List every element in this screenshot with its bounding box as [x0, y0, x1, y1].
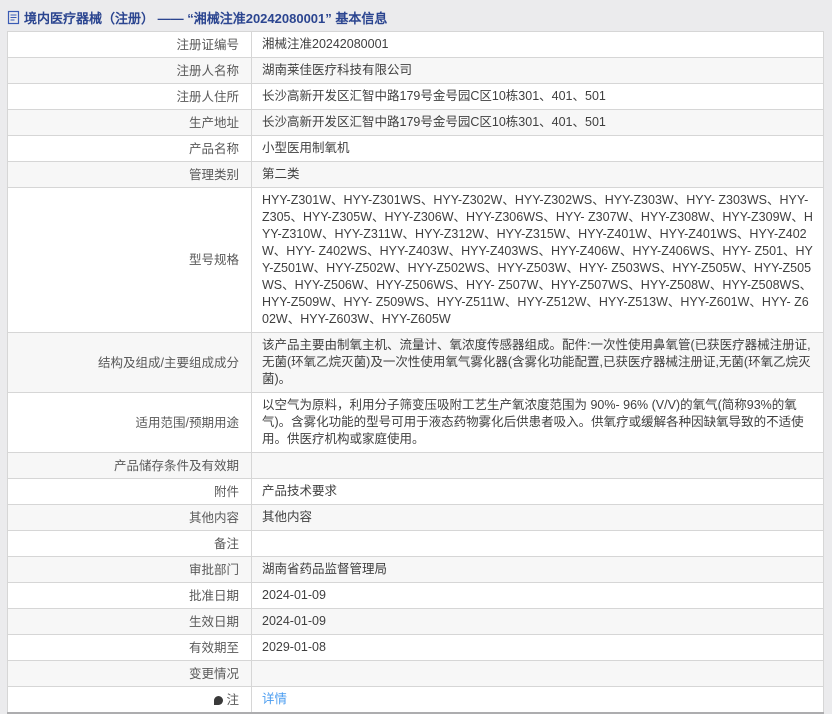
row-value: 小型医用制氧机 — [251, 135, 824, 162]
table-row: 注册人名称 湖南莱佳医疗科技有限公司 — [7, 57, 824, 84]
row-label: 有效期至 — [7, 634, 252, 661]
row-value: 第二类 — [251, 161, 824, 188]
table-row: 有效期至 2029-01-08 — [7, 634, 824, 661]
row-label: 生产地址 — [7, 109, 252, 136]
row-value: 其他内容 — [251, 504, 824, 531]
table-row: 生产地址 长沙高新开发区汇智中路179号金号园C区10栋301、401、501 — [7, 109, 824, 136]
row-label: 适用范围/预期用途 — [7, 392, 252, 453]
row-value — [251, 660, 824, 687]
row-value: 湘械注准20242080001 — [251, 31, 824, 58]
table-row: 审批部门 湖南省药品监督管理局 — [7, 556, 824, 583]
page: 境内医疗器械（注册） —— “湘械注准20242080001” 基本信息 注册证… — [0, 0, 832, 714]
row-label: 管理类别 — [7, 161, 252, 188]
row-value: 产品技术要求 — [251, 478, 824, 505]
row-value — [251, 452, 824, 479]
row-value: 2029-01-08 — [251, 634, 824, 661]
table-row: 管理类别 第二类 — [7, 161, 824, 188]
row-value: 长沙高新开发区汇智中路179号金号园C区10栋301、401、501 — [251, 83, 824, 110]
table-row: 其他内容 其他内容 — [7, 504, 824, 531]
table-row: 产品储存条件及有效期 — [7, 452, 824, 479]
table-row: 变更情况 — [7, 660, 824, 687]
row-label: 产品名称 — [7, 135, 252, 162]
row-value: 2024-01-09 — [251, 582, 824, 609]
document-icon — [7, 10, 20, 25]
table-row: 型号规格 HYY-Z301W、HYY-Z301WS、HYY-Z302W、HYY-Z… — [7, 187, 824, 333]
row-label: 审批部门 — [7, 556, 252, 583]
row-label: 生效日期 — [7, 608, 252, 635]
table-row: 注详情 — [7, 686, 824, 714]
table-row: 附件 产品技术要求 — [7, 478, 824, 505]
row-label: 附件 — [7, 478, 252, 505]
row-label: 批准日期 — [7, 582, 252, 609]
row-value: 湖南莱佳医疗科技有限公司 — [251, 57, 824, 84]
row-label: 其他内容 — [7, 504, 252, 531]
row-value: 该产品主要由制氧主机、流量计、氧浓度传感器组成。配件:一次性使用鼻氧管(已获医疗… — [251, 332, 824, 393]
row-value: 2024-01-09 — [251, 608, 824, 635]
row-label: 注册人名称 — [7, 57, 252, 84]
table-row: 批准日期 2024-01-09 — [7, 582, 824, 609]
table-row: 生效日期 2024-01-09 — [7, 608, 824, 635]
detail-link[interactable]: 详情 — [262, 692, 287, 706]
page-title: 境内医疗器械（注册） —— “湘械注准20242080001” 基本信息 — [7, 6, 824, 28]
table-row: 备注 — [7, 530, 824, 557]
row-label: 型号规格 — [7, 187, 252, 333]
row-label: 注册人住所 — [7, 83, 252, 110]
row-label: 产品储存条件及有效期 — [7, 452, 252, 479]
row-label: 变更情况 — [7, 660, 252, 687]
row-value — [251, 530, 824, 557]
row-value: 以空气为原料，利用分子筛变压吸附工艺生产氧浓度范围为 90%- 96% (V/V… — [251, 392, 824, 453]
note-icon — [214, 695, 224, 705]
row-label: 注 — [7, 686, 252, 714]
page-title-text: 境内医疗器械（注册） —— “湘械注准20242080001” 基本信息 — [24, 10, 388, 26]
row-value: HYY-Z301W、HYY-Z301WS、HYY-Z302W、HYY-Z302W… — [251, 187, 824, 333]
row-value: 湖南省药品监督管理局 — [251, 556, 824, 583]
table-row: 产品名称 小型医用制氧机 — [7, 135, 824, 162]
row-label: 结构及组成/主要组成成分 — [7, 332, 252, 393]
table-row: 注册人住所 长沙高新开发区汇智中路179号金号园C区10栋301、401、501 — [7, 83, 824, 110]
row-value: 详情 — [251, 686, 824, 714]
table-row: 结构及组成/主要组成成分 该产品主要由制氧主机、流量计、氧浓度传感器组成。配件:一… — [7, 332, 824, 393]
row-label: 备注 — [7, 530, 252, 557]
row-value: 长沙高新开发区汇智中路179号金号园C区10栋301、401、501 — [251, 109, 824, 136]
table-row: 注册证编号 湘械注准20242080001 — [7, 31, 824, 58]
table-row: 适用范围/预期用途 以空气为原料，利用分子筛变压吸附工艺生产氧浓度范围为 90%-… — [7, 392, 824, 453]
row-label: 注册证编号 — [7, 31, 252, 58]
